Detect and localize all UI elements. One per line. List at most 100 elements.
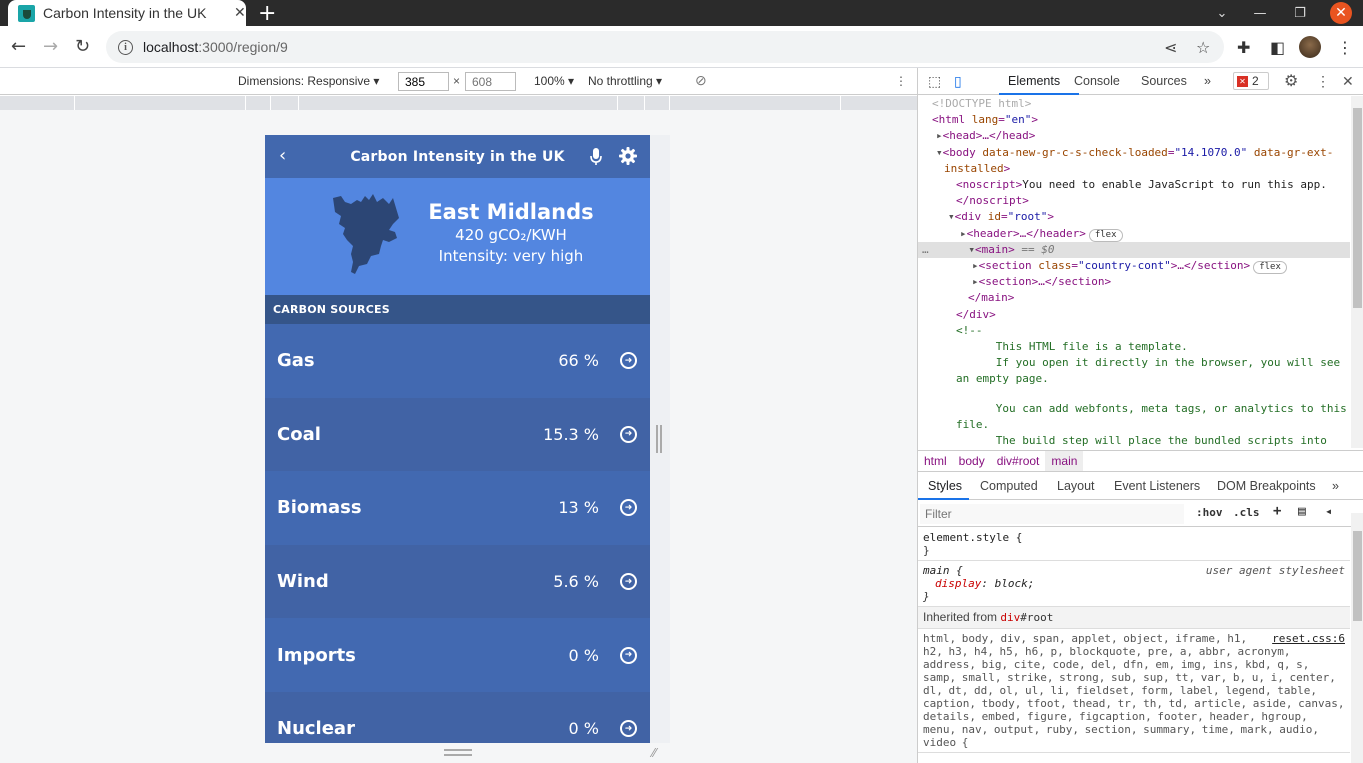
address-bar[interactable]: i localhost :3000/region/9 ⋖ ☆ (106, 31, 1224, 63)
back-chevron-icon[interactable]: ‹ (279, 145, 286, 166)
tab-sources[interactable]: Sources (1141, 74, 1187, 88)
window-close-button[interactable]: ✕ (1330, 2, 1352, 24)
arrow-right-circle-icon[interactable]: ➜ (620, 352, 637, 370)
source-row-nuclear[interactable]: Nuclear 0 % ➜ (265, 691, 650, 743)
throttling-dropdown[interactable]: No throttling ▾ (588, 74, 662, 88)
media-query-ruler[interactable] (0, 96, 917, 110)
tab-search-icon[interactable]: ⌄ (1210, 0, 1234, 26)
flex-badge[interactable]: flex (1253, 261, 1287, 275)
device-more-icon[interactable]: ⋮ (895, 74, 907, 88)
reload-icon[interactable]: ↻ (75, 36, 90, 57)
zoom-label: 100% (534, 74, 565, 88)
dom-node-html[interactable]: <html lang="en"> (918, 112, 1350, 128)
styles-filter-input[interactable] (920, 504, 1184, 524)
source-percent: 13 % (558, 498, 599, 518)
source-row-wind[interactable]: Wind 5.6 % ➜ (265, 544, 650, 619)
flex-badge[interactable]: flex (1088, 228, 1123, 242)
breadcrumb-div-root[interactable]: div#root (991, 451, 1046, 471)
dom-node-section[interactable]: ▸<section>…</section> (918, 274, 1350, 290)
dom-node-header[interactable]: ▸<header>…</header> flex (918, 226, 1350, 242)
tab-elements[interactable]: Elements (999, 74, 1069, 88)
bookmark-star-icon[interactable]: ☆ (1196, 38, 1210, 57)
dom-node-main[interactable]: … ▾<main> == $0 (918, 241, 1350, 259)
devtools-settings-icon[interactable]: ⚙ (1284, 71, 1298, 91)
source-row-gas[interactable]: Gas 66 % ➜ (265, 324, 650, 398)
hov-toggle[interactable]: :hov (1196, 506, 1223, 519)
cls-toggle[interactable]: .cls (1233, 506, 1260, 519)
dom-node-comment[interactable]: <!-- (918, 323, 1350, 339)
tab-layout[interactable]: Layout (1057, 479, 1095, 493)
arrow-right-circle-icon[interactable]: ➜ (620, 720, 637, 738)
dom-node-noscript[interactable]: <noscript>You need to enable JavaScript … (918, 177, 1350, 193)
source-row-biomass[interactable]: Biomass 13 % ➜ (265, 471, 650, 545)
tab-dom-breakpoints[interactable]: DOM Breakpoints (1217, 479, 1316, 493)
rule-element-style[interactable]: element.style { } (918, 528, 1350, 561)
tab-console[interactable]: Console (1074, 74, 1120, 88)
side-panel-icon[interactable]: ◧ (1270, 38, 1285, 57)
close-tab-icon[interactable]: ✕ (234, 5, 246, 21)
rotate-icon[interactable]: ⊘ (695, 72, 707, 89)
paint-icon[interactable]: ▤ (1298, 504, 1306, 519)
rule-property[interactable]: display: block; (923, 577, 1345, 590)
microphone-icon[interactable] (590, 148, 602, 166)
more-tabs-icon[interactable]: » (1204, 74, 1211, 88)
share-icon[interactable]: ⋖ (1164, 38, 1177, 57)
url-path: :3000/region/9 (198, 39, 288, 55)
dom-node-head[interactable]: ▸<head>…</head> (918, 128, 1350, 144)
tab-styles[interactable]: Styles (928, 479, 962, 493)
rule-reset[interactable]: reset.css:6 html, body, div, span, applet… (918, 629, 1350, 753)
region-name: East Midlands (428, 200, 594, 224)
scrollbar-thumb[interactable] (1353, 531, 1362, 621)
back-icon[interactable]: ← (11, 36, 26, 57)
rule-main[interactable]: user agent stylesheet main { display: blo… (918, 561, 1350, 607)
settings-gear-icon[interactable] (619, 147, 637, 165)
styles-scrollbar[interactable] (1351, 513, 1363, 763)
reset-css-link[interactable]: reset.css:6 (1272, 632, 1345, 645)
breadcrumb-body[interactable]: body (953, 451, 991, 471)
dom-node-doctype[interactable]: <!DOCTYPE html> (918, 96, 1350, 112)
site-info-icon[interactable]: i (118, 39, 133, 55)
source-percent: 0 % (568, 645, 599, 665)
comment-line: You can add webfonts, meta tags, or anal… (956, 401, 1347, 415)
zoom-dropdown[interactable]: 100% ▾ (534, 74, 574, 88)
minimize-icon[interactable]: — (1248, 0, 1272, 26)
arrow-right-circle-icon[interactable]: ➜ (620, 425, 637, 443)
width-input[interactable] (398, 72, 449, 91)
new-rule-icon[interactable]: + (1273, 503, 1281, 519)
devtools-menu-icon[interactable]: ⋮ (1316, 73, 1330, 90)
arrow-right-circle-icon[interactable]: ➜ (620, 573, 637, 591)
scrollbar-thumb[interactable] (1353, 108, 1362, 308)
new-tab-button[interactable]: + (258, 1, 276, 26)
error-count-badge[interactable]: ✕ 2 (1233, 72, 1269, 90)
viewport-resize-corner[interactable]: ⁄⁄ (652, 746, 666, 760)
tab-event-listeners[interactable]: Event Listeners (1114, 479, 1200, 493)
dimensions-dropdown[interactable]: Dimensions: Responsive ▾ (238, 74, 379, 88)
dom-node-body[interactable]: ▾<body data-new-gr-c-s-check-loaded="14.… (918, 145, 1350, 161)
device-toggle-icon[interactable]: ▯ (954, 73, 962, 90)
chrome-menu-icon[interactable]: ⋮ (1337, 38, 1353, 57)
arrow-right-circle-icon[interactable]: ➜ (620, 499, 637, 517)
viewport-resize-handle-bottom[interactable] (444, 749, 472, 756)
dom-node-div-root[interactable]: ▾<div id="root"> (918, 209, 1350, 225)
dom-tree-scrollbar[interactable] (1351, 96, 1363, 448)
breadcrumb-html[interactable]: html (918, 451, 953, 471)
height-input[interactable] (465, 72, 516, 91)
source-row-coal[interactable]: Coal 15.3 % ➜ (265, 397, 650, 472)
tab-computed[interactable]: Computed (980, 479, 1038, 493)
browser-tab[interactable]: Carbon Intensity in the UK ✕ (8, 0, 246, 26)
extensions-icon[interactable]: ✚ (1237, 38, 1250, 57)
source-row-imports[interactable]: Imports 0 % ➜ (265, 618, 650, 692)
toggle-sidebar-icon[interactable]: ◂ (1325, 504, 1332, 518)
dom-node-section-country[interactable]: ▸<section class="country-cont">…</sectio… (918, 258, 1350, 275)
breadcrumb-main[interactable]: main (1045, 451, 1084, 471)
inspect-element-icon[interactable]: ⬚ (928, 73, 941, 90)
device-toolbar: Dimensions: Responsive ▾ × 100% ▾ No thr… (0, 68, 917, 95)
viewport-resize-handle-right[interactable] (656, 425, 662, 453)
comment-line: an empty page. (956, 372, 1049, 386)
arrow-right-circle-icon[interactable]: ➜ (620, 646, 637, 664)
forward-icon[interactable]: → (43, 36, 58, 57)
more-styles-tabs-icon[interactable]: » (1332, 479, 1339, 493)
restore-icon[interactable]: ❐ (1288, 0, 1312, 26)
profile-avatar[interactable] (1299, 36, 1321, 58)
devtools-close-icon[interactable]: ✕ (1342, 73, 1354, 90)
